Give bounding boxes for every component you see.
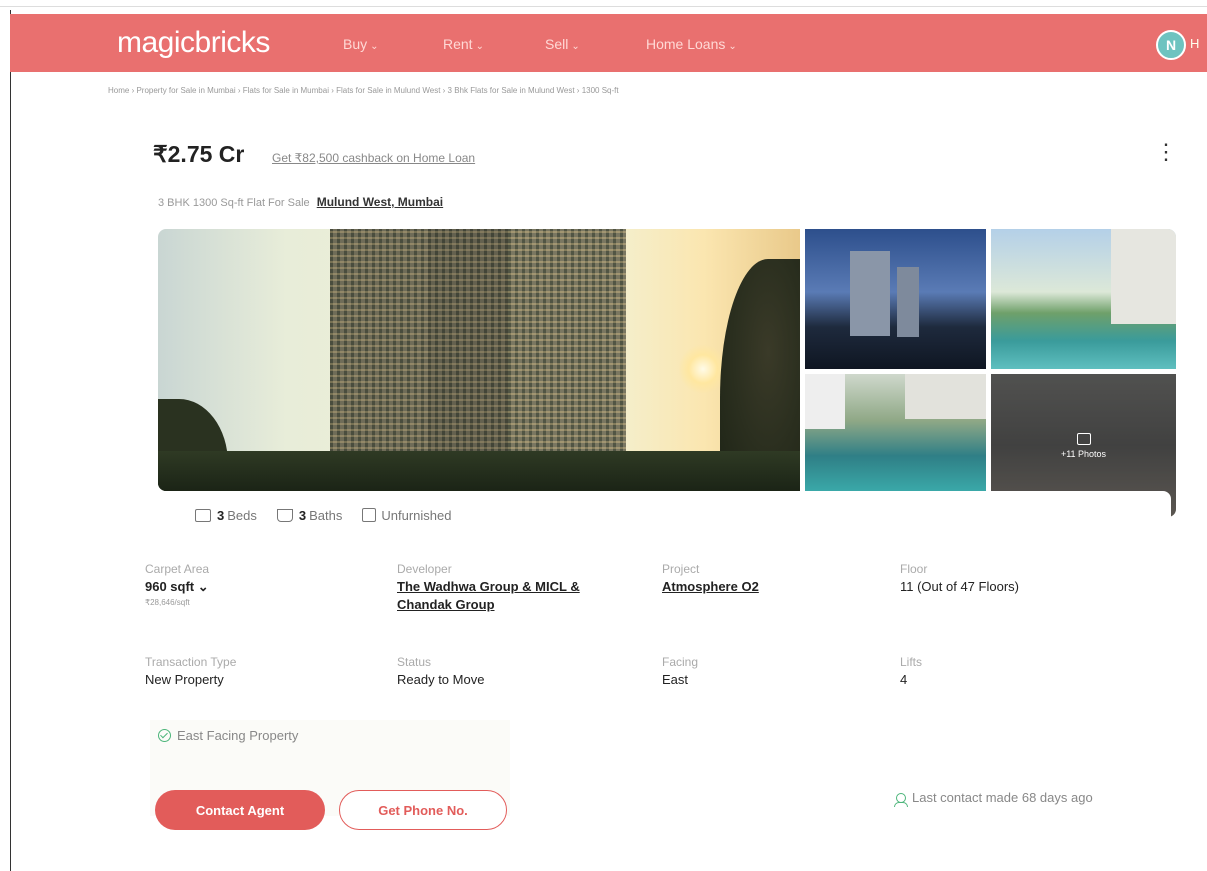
baths-feature: 3 Baths [276,507,343,523]
baths-label: Baths [309,507,343,523]
breadcrumb-home[interactable]: Home [108,86,129,95]
thumbnail-photo-2[interactable] [991,229,1176,369]
nav-buy-label: Buy [343,36,368,52]
chevron-down-icon: ⌄ [197,579,209,594]
browser-top-edge [0,0,1207,7]
nav-rent[interactable]: Rent ⌄ [443,36,484,52]
user-avatar[interactable]: N [1156,30,1186,60]
listing-subtitle: 3 BHK 1300 Sq-ft Flat For Sale Mulund We… [158,195,443,209]
thumbnail-photo-1[interactable] [805,229,986,369]
thumb-building [850,251,890,336]
carpet-area-text: 960 sqft [145,579,195,594]
nav-sell[interactable]: Sell ⌄ [545,36,580,52]
detail-label: Transaction Type [145,655,237,669]
detail-label: Lifts [900,655,923,669]
listing-type: 3 BHK 1300 Sq-ft Flat For Sale [158,197,310,209]
thumb-building [805,374,845,429]
highlight-text: East Facing Property [177,728,299,743]
more-photos-count: +11 Photos [1060,448,1107,459]
frame-border [10,10,11,871]
get-phone-button[interactable]: Get Phone No. [339,790,507,830]
furnishing-feature: Unfurnished [362,508,451,523]
last-contact-text: Last contact made 68 days ago [912,790,1093,805]
detail-project: Project Atmosphere O2 [662,562,902,596]
breadcrumb-property-sale-mumbai[interactable]: Property for Sale in Mumbai [136,86,235,95]
detail-label: Facing [662,655,699,669]
photo-icon [1076,432,1091,445]
features-bar: 3 Beds 3 Baths Unfurnished [175,491,1171,539]
nav-buy[interactable]: Buy ⌄ [343,36,379,52]
breadcrumb-3bhk-mulund-west[interactable]: 3 Bhk Flats for Sale in Mulund West [448,86,575,95]
check-circle-icon [158,729,171,742]
site-logo[interactable]: magicbricks [117,26,270,60]
location-link[interactable]: Mulund West, Mumbai [317,195,443,209]
carpet-area-value[interactable]: 960 sqft ⌄ [145,578,385,596]
thumb-building [1111,229,1176,324]
user-name-truncated[interactable]: H [1190,36,1199,51]
nav-home-loans-label: Home Loans [646,36,726,52]
nav-sell-label: Sell [545,36,569,52]
thumb-building [905,374,986,419]
bed-icon [195,508,211,522]
listing-price: ₹2.75 Cr [153,141,245,167]
cashback-link[interactable]: Get ₹82,500 cashback on Home Loan [272,151,475,165]
nav-rent-label: Rent [443,36,473,52]
thumb-building [897,267,919,337]
detail-label: Carpet Area [145,562,210,576]
detail-label: Developer [397,562,452,576]
detail-status: Status Ready to Move [397,655,637,689]
photo-gallery: +11 Photos [158,229,1176,517]
breadcrumb-current: 1300 Sq-ft [581,86,619,95]
chevron-down-icon: ⌄ [728,41,737,52]
breadcrumb-flats-mulund-west[interactable]: Flats for Sale in Mulund West [336,86,440,95]
detail-facing: Facing East [662,655,902,689]
detail-carpet-area: Carpet Area 960 sqft ⌄ ₹28,646/sqft [145,562,385,607]
breadcrumb: Home › Property for Sale in Mumbai › Fla… [108,86,619,95]
detail-label: Status [397,655,432,669]
last-contact-info: Last contact made 68 days ago [894,790,1093,807]
transaction-value: New Property [145,672,224,687]
project-link[interactable]: Atmosphere O2 [662,578,902,596]
beds-label: Beds [227,507,257,523]
highlight-east-facing: East Facing Property [158,728,298,743]
bath-icon [276,508,293,522]
developer-link[interactable]: The Wadhwa Group & MICL & Chandak Group [397,578,637,614]
detail-floor: Floor 11 (Out of 47 Floors) [900,562,1140,596]
price-per-sqft: ₹28,646/sqft [145,598,190,607]
main-property-photo[interactable] [158,229,800,491]
detail-label: Floor [900,562,928,576]
floor-value: 11 (Out of 47 Floors) [900,579,1019,594]
breadcrumb-flats-mumbai[interactable]: Flats for Sale in Mumbai [243,86,329,95]
top-navbar: magicbricks Buy ⌄ Rent ⌄ Sell ⌄ Home Loans ⌄… [10,14,1207,72]
detail-lifts: Lifts 4 [900,655,1140,689]
furnishing-label: Unfurnished [381,507,452,523]
trees-image-part [158,451,800,491]
detail-label: Project [662,562,700,576]
baths-count: 3 [298,507,307,523]
lifts-value: 4 [900,672,908,687]
furniture-icon [362,508,377,522]
beds-feature: 3 Beds [195,508,257,523]
thumbnail-photo-3[interactable] [805,374,986,491]
detail-transaction-type: Transaction Type New Property [145,655,385,689]
user-icon [894,792,908,807]
chevron-down-icon: ⌄ [370,41,379,52]
detail-developer: Developer The Wadhwa Group & MICL & Chan… [397,562,637,614]
chevron-down-icon: ⌄ [475,41,484,52]
facing-value: East [662,672,689,687]
status-value: Ready to Move [397,672,485,687]
contact-agent-button[interactable]: Contact Agent [155,790,325,830]
beds-count: 3 [217,507,225,523]
nav-home-loans[interactable]: Home Loans ⌄ [646,36,737,52]
more-options-icon[interactable]: ⋮ [1155,141,1177,163]
chevron-down-icon: ⌄ [571,41,580,52]
